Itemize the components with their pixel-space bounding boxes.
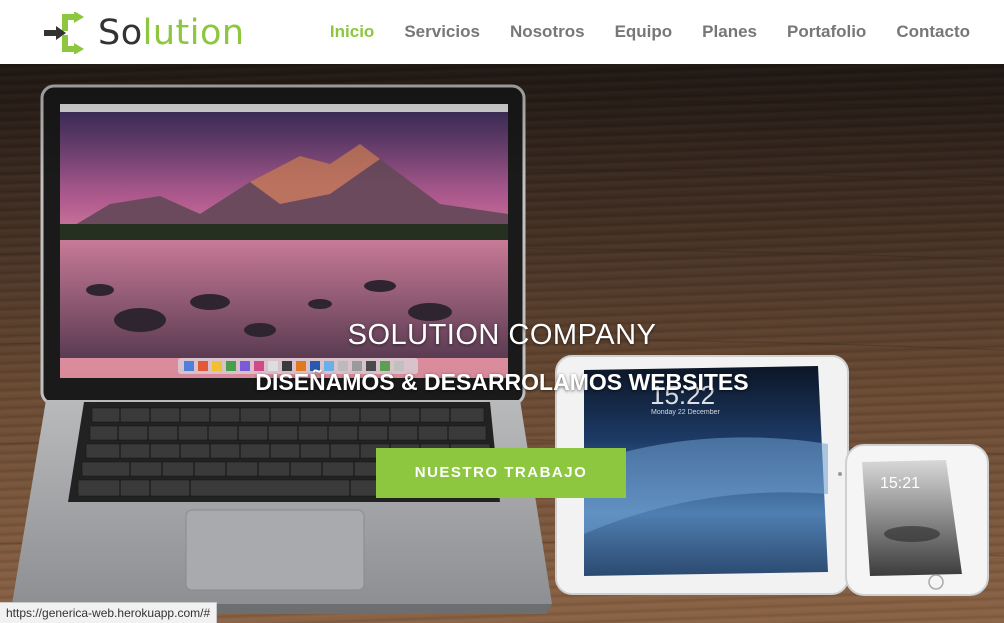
logo-text-prefix: So [98, 13, 143, 53]
hero-subtitle: DISEÑAMOS & DESARROLAMOS WEBSITES [255, 369, 749, 395]
logo-text-suffix: lution [142, 13, 245, 53]
nav-link-servicios[interactable]: Servicios [404, 0, 480, 64]
site-header: Solution Inicio Servicios Nosotros Equip… [0, 0, 1004, 64]
logo-text: Solution [98, 12, 245, 54]
nav-link-contacto[interactable]: Contacto [896, 0, 970, 64]
hero-content: SOLUTION COMPANY DISEÑAMOS & DESARROLAMO… [0, 64, 1004, 623]
logo[interactable]: Solution [44, 12, 245, 54]
nav-link-portafolio[interactable]: Portafolio [787, 0, 866, 64]
nav-link-nosotros[interactable]: Nosotros [510, 0, 585, 64]
swap-arrows-icon [44, 12, 84, 54]
main-nav: Inicio Servicios Nosotros Equipo Planes … [330, 0, 1004, 64]
nuestro-trabajo-button[interactable]: NUESTRO TRABAJO [376, 448, 626, 498]
nav-link-equipo[interactable]: Equipo [615, 0, 673, 64]
nav-link-inicio[interactable]: Inicio [330, 0, 374, 64]
hero-title: SOLUTION COMPANY [347, 319, 657, 351]
status-bar-url: https://generica-web.herokuapp.com/# [0, 602, 218, 623]
hero-section: 15:22 Monday 22 December 15:21 SOLUTION … [0, 64, 1004, 623]
nav-link-planes[interactable]: Planes [702, 0, 757, 64]
